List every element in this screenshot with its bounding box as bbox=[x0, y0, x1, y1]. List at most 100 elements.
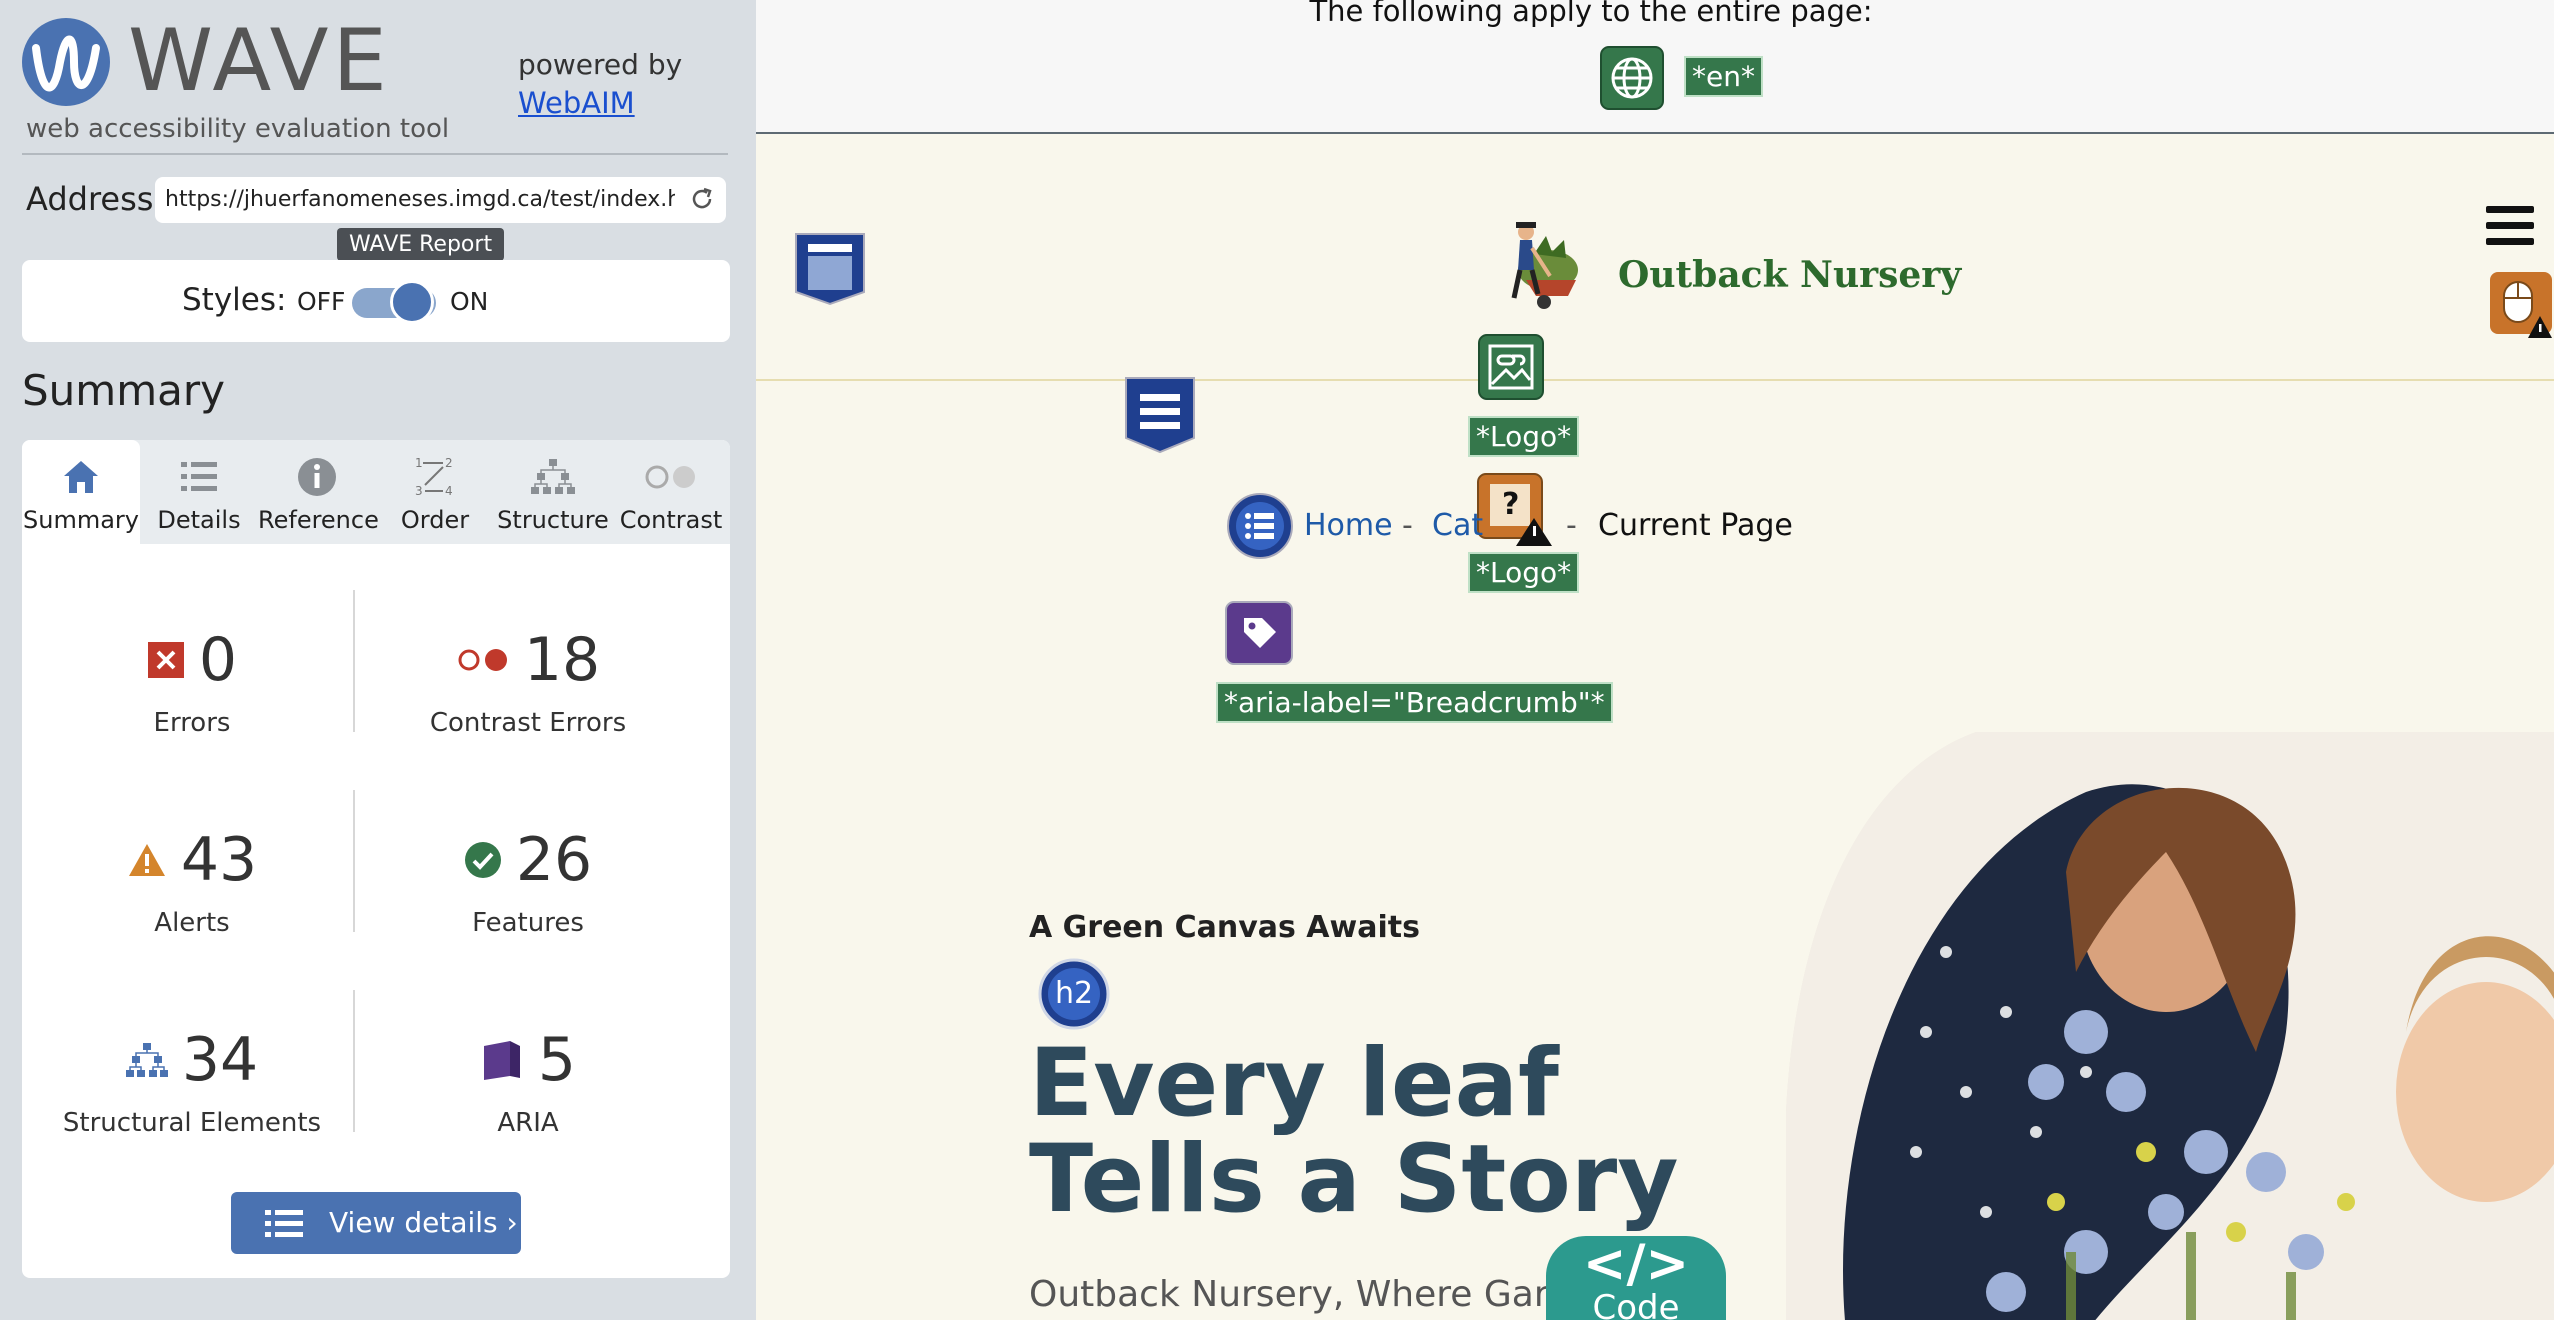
features-label: Features bbox=[472, 908, 584, 938]
structure-icon bbox=[494, 452, 612, 502]
code-icon: </> bbox=[1582, 1234, 1690, 1294]
hero-eyebrow: A Green Canvas Awaits bbox=[1029, 910, 1420, 945]
apply-text: The following apply to the entire page: bbox=[1309, 0, 1873, 28]
nav-structure-icon[interactable] bbox=[1124, 376, 1196, 454]
tab-reference[interactable]: Reference bbox=[258, 440, 379, 544]
tab-label: Order bbox=[400, 506, 470, 534]
aria-label: ARIA bbox=[497, 1108, 559, 1138]
styles-off-label: OFF bbox=[297, 287, 346, 316]
tab-summary[interactable]: Summary bbox=[22, 440, 140, 544]
alert-icon bbox=[128, 844, 165, 876]
breadcrumb-home-link[interactable]: Home bbox=[1304, 508, 1393, 543]
tab-order[interactable]: 1 2 3 4 Order bbox=[376, 440, 494, 544]
alerts-label: Alerts bbox=[154, 908, 230, 938]
tab-label: Reference bbox=[258, 506, 379, 534]
aria-label-icon[interactable] bbox=[1224, 600, 1294, 666]
feature-check-icon bbox=[464, 842, 501, 878]
webaim-link[interactable]: WebAIM bbox=[518, 86, 635, 120]
features-count: 26 bbox=[515, 825, 593, 895]
breadcrumb-separator: - bbox=[1566, 508, 1577, 543]
header-structure-icon[interactable] bbox=[794, 232, 866, 306]
errors-stat[interactable]: 0 Errors bbox=[32, 630, 352, 738]
errors-label: Errors bbox=[153, 708, 231, 738]
wave-subtitle: web accessibility evaluation tool bbox=[26, 114, 450, 144]
contrast-errors-count: 18 bbox=[523, 625, 601, 695]
h2-badge-text: h2 bbox=[1054, 976, 1094, 1011]
aria-icon bbox=[483, 1041, 520, 1080]
hero-image bbox=[1786, 732, 2554, 1320]
tab-structure[interactable]: Structure bbox=[494, 440, 612, 544]
list-icon bbox=[140, 452, 258, 502]
contrast-errors-label: Contrast Errors bbox=[429, 708, 627, 738]
reload-icon[interactable] bbox=[688, 185, 716, 213]
aria-breadcrumb-label: *aria-label="Breadcrumb"* bbox=[1216, 682, 1613, 723]
info-icon bbox=[258, 452, 376, 502]
tab-label: Structure bbox=[497, 506, 609, 534]
tab-label: Contrast bbox=[619, 506, 723, 534]
stat-divider bbox=[353, 590, 355, 732]
page-level-bar: The following apply to the entire page: … bbox=[756, 0, 2554, 134]
wave-sidebar: WAVE web accessibility evaluation tool p… bbox=[0, 0, 756, 1320]
svg-text:3: 3 bbox=[415, 484, 423, 498]
list-feature-icon[interactable] bbox=[1226, 492, 1294, 560]
brand-name[interactable]: Outback Nursery bbox=[1618, 254, 1961, 296]
aria-count: 5 bbox=[537, 1025, 577, 1095]
evaluated-page: The following apply to the entire page: … bbox=[756, 0, 2554, 1320]
header-divider bbox=[756, 379, 2554, 381]
h2-heading-icon[interactable]: h2 bbox=[1038, 958, 1110, 1030]
svg-text:1: 1 bbox=[415, 456, 423, 470]
wave-brand: WAVE bbox=[128, 11, 391, 111]
hero-headline: Every leaf Tells a Story bbox=[1029, 1036, 1679, 1228]
summary-panel: Summary Details Reference 1234 Order Str… bbox=[22, 440, 730, 1278]
hero-tagline: Outback Nursery, Where Garden bbox=[1029, 1274, 1616, 1315]
error-icon bbox=[147, 642, 184, 678]
hamburger-menu-icon[interactable] bbox=[2486, 206, 2534, 246]
headline-line-1: Every leaf bbox=[1029, 1029, 1559, 1138]
styles-toggle-card: Styles: OFF ON bbox=[22, 260, 730, 342]
tab-contrast[interactable]: Contrast bbox=[612, 440, 730, 544]
aria-stat[interactable]: 5 ARIA bbox=[368, 1030, 688, 1138]
stat-divider bbox=[353, 990, 355, 1132]
breadcrumb-cat-link[interactable]: Cat bbox=[1432, 508, 1483, 543]
address-value[interactable]: https://jhuerfanomeneses.imgd.ca/test/in… bbox=[165, 187, 675, 212]
sidebar-divider bbox=[22, 153, 728, 155]
wave-report-tooltip: WAVE Report bbox=[337, 228, 505, 261]
headline-line-2: Tells a Story bbox=[1029, 1125, 1679, 1234]
contrast-errors-stat[interactable]: 18 Contrast Errors bbox=[368, 630, 688, 738]
logo-label-2: *Logo* bbox=[1468, 552, 1580, 593]
styles-on-label: ON bbox=[450, 287, 489, 316]
contrast-icon bbox=[612, 452, 730, 502]
structure-icon bbox=[125, 1043, 168, 1077]
linked-image-icon[interactable] bbox=[1478, 334, 1544, 400]
home-icon bbox=[22, 452, 140, 502]
address-label: Address: bbox=[26, 180, 165, 218]
questionable-alt-alert-icon[interactable]: ? bbox=[1476, 472, 1556, 546]
lang-label: *en* bbox=[1684, 56, 1763, 97]
code-label: Code bbox=[1592, 1288, 1680, 1320]
mouse-alert-icon[interactable] bbox=[2488, 268, 2554, 342]
svg-text:2: 2 bbox=[445, 456, 453, 470]
structural-label: Structural Elements bbox=[62, 1108, 322, 1138]
powered-by-text: powered by bbox=[518, 48, 683, 81]
logo-label-1: *Logo* bbox=[1468, 416, 1580, 457]
address-input[interactable]: https://jhuerfanomeneses.imgd.ca/test/in… bbox=[155, 177, 726, 223]
alerts-stat[interactable]: 43 Alerts bbox=[32, 830, 352, 938]
features-stat[interactable]: 26 Features bbox=[368, 830, 688, 938]
breadcrumb-current: Current Page bbox=[1598, 508, 1793, 543]
tab-label: Summary bbox=[23, 506, 139, 534]
gardener-logo-image bbox=[1486, 218, 1596, 310]
svg-text:?: ? bbox=[1502, 487, 1519, 522]
panel-tabs: Summary Details Reference 1234 Order Str… bbox=[22, 440, 730, 544]
contrast-error-icon bbox=[458, 649, 507, 671]
styles-toggle-knob[interactable] bbox=[390, 280, 434, 324]
tab-details[interactable]: Details bbox=[140, 440, 258, 544]
order-icon: 1 2 3 4 bbox=[376, 452, 494, 502]
breadcrumb-separator: - bbox=[1402, 508, 1413, 543]
view-details-button[interactable]: View details › bbox=[231, 1192, 521, 1254]
tab-label: Details bbox=[157, 506, 241, 534]
language-globe-icon[interactable] bbox=[1600, 46, 1664, 110]
alerts-count: 43 bbox=[180, 825, 258, 895]
structural-stat[interactable]: 34 Structural Elements bbox=[32, 1030, 352, 1138]
styles-label: Styles: bbox=[182, 282, 287, 318]
code-toggle-button[interactable]: </> Code bbox=[1546, 1234, 1726, 1320]
